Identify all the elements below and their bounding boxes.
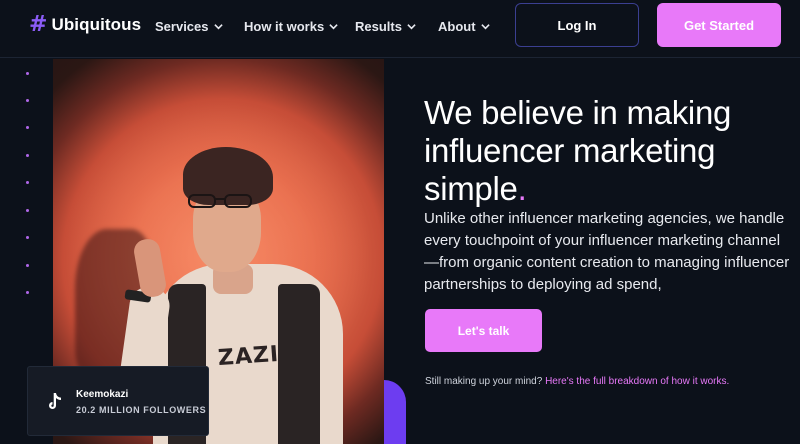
chevron-down-icon — [213, 23, 223, 29]
decorative-dot — [26, 126, 29, 129]
nav-item-label: About — [438, 18, 476, 34]
top-nav: # Ubiquitous Services How it works Resul… — [0, 0, 800, 58]
nav-item-label: How it works — [244, 18, 325, 34]
decorative-dot — [26, 264, 29, 267]
nav-item-label: Services — [155, 18, 209, 34]
headline-text: We believe in making influencer marketin… — [424, 94, 732, 207]
shirt-print: ZAZI — [217, 341, 280, 372]
decorative-dot — [26, 291, 29, 294]
glasses-icon — [188, 194, 252, 208]
hero-subtext: Unlike other influencer marketing agenci… — [424, 210, 790, 293]
prompt-text: Still making up your mind? — [425, 376, 546, 387]
how-it-works-prompt: Still making up your mind? Here's the fu… — [425, 376, 729, 387]
hero-headline: We believe in making influencer marketin… — [424, 94, 784, 208]
nav-item-services[interactable]: Services — [155, 16, 223, 36]
login-button[interactable]: Log In — [515, 3, 639, 47]
chevron-down-icon — [329, 23, 338, 29]
decorative-dot — [26, 154, 29, 157]
creator-followers: 20.2 MILLION FOLLOWERS — [76, 405, 207, 415]
creator-name: Keemokazi — [76, 389, 129, 400]
nav-item-label: Results — [355, 18, 402, 34]
decorative-dot — [26, 209, 29, 212]
nav-item-results[interactable]: Results — [355, 16, 416, 36]
nav-item-how-it-works[interactable]: How it works — [244, 16, 338, 36]
nav-item-about[interactable]: About — [438, 16, 490, 36]
purple-accent-shape — [384, 380, 406, 444]
headline-period: . — [517, 170, 527, 207]
decorative-dot — [26, 236, 29, 239]
lets-talk-button[interactable]: Let's talk — [425, 309, 542, 352]
decorative-dot — [26, 99, 29, 102]
tiktok-icon — [49, 393, 61, 409]
decorative-dot — [26, 72, 29, 75]
get-started-button[interactable]: Get Started — [657, 3, 781, 47]
brand-logo[interactable]: # Ubiquitous — [29, 13, 141, 37]
chevron-down-icon — [407, 23, 416, 29]
chevron-down-icon — [480, 23, 490, 29]
decorative-dot — [26, 181, 29, 184]
how-it-works-link[interactable]: Here's the full breakdown of how it work… — [545, 376, 729, 387]
creator-card: Keemokazi 20.2 MILLION FOLLOWERS — [27, 366, 209, 436]
hashtag-icon: # — [29, 12, 48, 37]
brand-name: Ubiquitous — [51, 15, 142, 34]
vest-right — [278, 284, 320, 444]
